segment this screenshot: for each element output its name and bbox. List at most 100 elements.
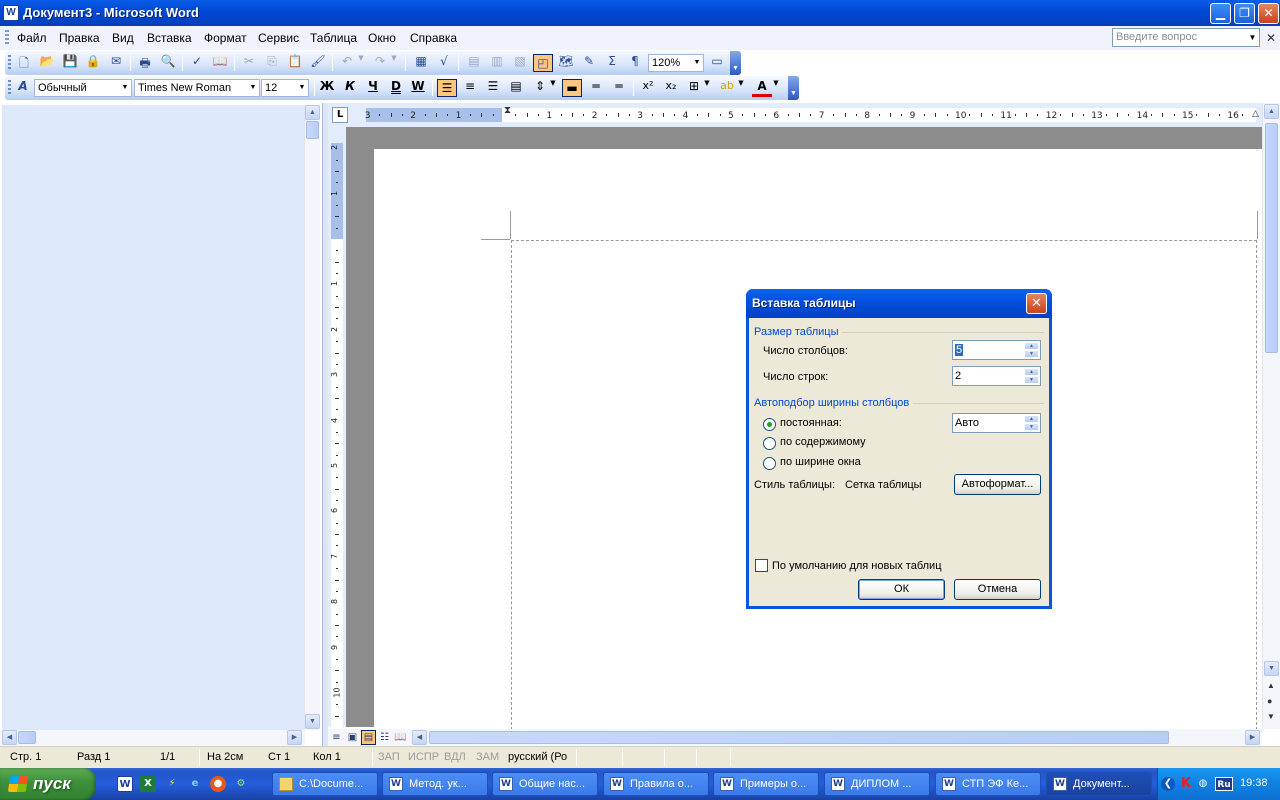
print-layout-icon[interactable]: ▤ [361,730,376,745]
toolbar-options-icon[interactable]: ▼ [730,51,741,75]
superscript-icon[interactable]: x² [638,79,658,97]
default-for-new-tables-label[interactable]: По умолчанию для новых таблиц [772,560,942,572]
network-icon[interactable]: ◍ [1196,777,1210,791]
minimize-button[interactable]: ▁ [1210,3,1231,24]
paste-icon[interactable]: 📋 [285,54,305,72]
scroll-up-icon[interactable]: ▲ [1264,104,1279,119]
justify-icon[interactable]: ▤ [506,79,526,97]
horizontal-ruler[interactable]: L 3 2 1 1 2 3 4 5 6 7 8 9 10 11 12 13 14 15 16 ⧗ △ [328,103,1262,127]
default-for-new-tables-checkbox[interactable] [755,559,768,572]
antivirus-icon[interactable]: K [1179,777,1193,791]
line-spacing-dropdown-icon[interactable]: ▼ [548,79,558,97]
toolbar-grip[interactable] [8,80,11,96]
menu-edit[interactable]: Правка [59,31,100,45]
scroll-up-icon[interactable]: ▲ [305,105,320,120]
browser-quicklaunch-icon[interactable]: ● [210,776,226,792]
cut-icon[interactable]: ✂ [239,54,259,72]
task-word-active[interactable]: W Документ... [1046,772,1152,796]
task-word-4[interactable]: W Примеры о... [713,772,819,796]
status-record[interactable]: ЗАП [378,751,400,763]
bold-icon[interactable]: Ж [317,79,337,97]
prev-page-icon[interactable]: ▲ [1267,681,1275,690]
autofit-content-radio[interactable] [763,437,776,450]
spin-down-icon[interactable]: ▼ [1024,423,1039,431]
columns-spinner[interactable]: 5 ▲ ▼ [952,340,1041,360]
ask-question-input[interactable]: Введите вопрос ▼ [1112,28,1260,47]
columns-icon[interactable]: ▧ [510,54,530,72]
menu-insert[interactable]: Вставка [147,31,192,45]
border-style-icon[interactable]: ▬ [562,79,582,97]
word-underline-icon[interactable]: W [408,79,428,97]
borders-icon[interactable]: ⊞ [684,79,704,97]
task-word-2[interactable]: W Общие нас... [492,772,598,796]
zoom-dropdown-icon[interactable]: ▼ [691,55,703,71]
next-page-icon[interactable]: ▼ [1267,712,1275,721]
ok-button[interactable]: ОК [858,579,945,600]
scroll-right-icon[interactable]: ▶ [1245,730,1260,745]
spin-up-icon[interactable]: ▲ [1024,415,1039,423]
fixed-width-spinner[interactable]: Авто ▲ ▼ [952,413,1041,433]
font-color-dropdown-icon[interactable]: ▼ [771,79,781,97]
start-button[interactable]: пуск [0,768,96,800]
status-language[interactable]: русский (Ро [508,751,567,763]
excel-quicklaunch-icon[interactable]: X [140,776,156,792]
task-word-5[interactable]: W ДИПЛОМ ... [824,772,930,796]
scroll-thumb[interactable] [306,121,319,139]
highlight-dropdown-icon[interactable]: ▼ [736,79,746,97]
style-dropdown-icon[interactable]: ▼ [119,80,131,96]
menu-grip[interactable] [5,30,9,46]
word-app-icon[interactable]: W [3,5,19,21]
normal-view-icon[interactable]: ≡ [329,730,344,745]
print-icon[interactable]: 🖶 [135,54,155,72]
task-explorer[interactable]: C:\Docume... [272,772,378,796]
redo-dropdown-icon[interactable]: ▼ [389,54,399,72]
rows-value[interactable]: 2 [955,370,961,382]
vertical-ruler[interactable]: 2 1 1 2 3 4 5 6 7 8 9 10 [328,127,346,727]
spin-up-icon[interactable]: ▲ [1024,342,1039,350]
tables-borders-icon[interactable]: ▤ [464,54,484,72]
zoom-combo[interactable]: 120% ▼ [648,54,704,72]
menu-view[interactable]: Вид [112,31,134,45]
scroll-down-icon[interactable]: ▼ [305,714,320,729]
font-size-dropdown-icon[interactable]: ▼ [296,80,308,96]
web-view-icon[interactable]: ▣ [345,730,360,745]
clock[interactable]: 19:38 [1240,777,1268,789]
spin-down-icon[interactable]: ▼ [1024,376,1039,384]
status-track-changes[interactable]: ИСПР [408,751,439,763]
autoformat-button[interactable]: Автоформат... [954,474,1041,495]
close-document-icon[interactable]: ✕ [1266,31,1276,45]
spin-up-icon[interactable]: ▲ [1024,368,1039,376]
show-hide-icon[interactable]: ¶ [625,54,645,72]
autosum-icon[interactable]: Σ [602,54,622,72]
scroll-right-icon[interactable]: ▶ [287,730,302,745]
research-icon[interactable]: 📖 [210,54,230,72]
email-icon[interactable]: ✉ [106,54,126,72]
reading-view-icon[interactable]: 📖 [393,730,408,745]
autofit-window-radio[interactable] [763,457,776,470]
scroll-thumb[interactable] [18,731,36,744]
document-vscroll[interactable]: ▲ ▼ ▲ ● ▼ [1262,103,1280,729]
scroll-down-icon[interactable]: ▼ [1264,661,1279,676]
tab-selector-icon[interactable]: L [332,107,348,123]
format-painter-icon[interactable]: 🖌 [308,54,328,72]
undo-icon[interactable]: ↶ [337,54,357,72]
columns-value[interactable]: 5 [955,344,964,356]
insert-excel-icon[interactable]: ▥ [487,54,507,72]
print-preview-icon[interactable]: 🔍 [158,54,178,72]
copy-icon[interactable]: ⎘ [262,54,282,72]
align-center-icon[interactable]: ≡ [460,79,480,97]
document-map-icon[interactable]: 🗺 [556,54,576,72]
word-quicklaunch-icon[interactable]: W [117,776,133,792]
rows-spinner[interactable]: 2 ▲ ▼ [952,366,1041,386]
task-pane-vscroll[interactable]: ▲ ▼ [304,105,320,730]
toolbar-options-icon[interactable]: ▼ [788,76,799,100]
autofit-window-label[interactable]: по ширине окна [780,456,861,468]
ie-quicklaunch-icon[interactable]: e [187,776,203,792]
ask-dropdown-icon[interactable]: ▼ [1246,29,1259,46]
align-left-icon[interactable]: ☰ [437,79,457,97]
outline-view-icon[interactable]: ☷ [377,730,392,745]
close-window-button[interactable]: ✕ [1258,3,1279,24]
task-word-1[interactable]: W Метод. ук... [382,772,488,796]
permission-icon[interactable]: 🔒 [83,54,103,72]
scroll-thumb[interactable] [1265,123,1278,353]
